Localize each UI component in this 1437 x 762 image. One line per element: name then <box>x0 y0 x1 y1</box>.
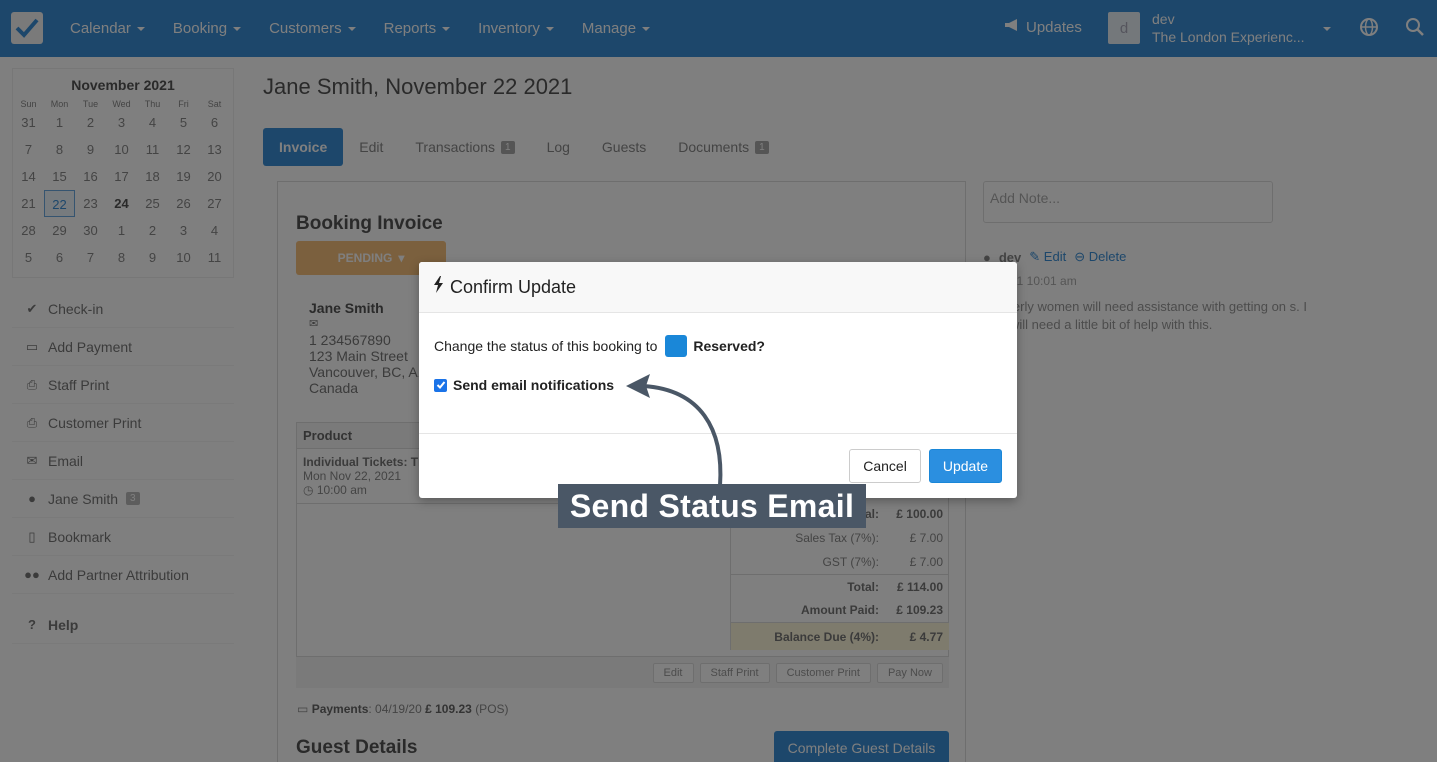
bolt-icon <box>433 276 444 298</box>
page: CalendarBookingCustomersReportsInventory… <box>0 0 1437 762</box>
modal-title: Confirm Update <box>450 276 577 297</box>
send-email-label[interactable]: Send email notifications <box>453 377 614 393</box>
modal-header: Confirm Update <box>419 262 1017 313</box>
update-button[interactable]: Update <box>928 449 1002 483</box>
status-name: Reserved? <box>693 338 765 354</box>
annotation-callout: Send Status Email <box>558 484 866 528</box>
status-color-swatch <box>665 335 688 357</box>
cancel-button[interactable]: Cancel <box>849 449 921 483</box>
send-email-checkbox[interactable] <box>434 378 447 392</box>
status-change-line: Change the status of this booking to Res… <box>434 335 1002 357</box>
status-prompt: Change the status of this booking to <box>434 338 658 354</box>
annotation-arrow-icon <box>626 374 723 487</box>
